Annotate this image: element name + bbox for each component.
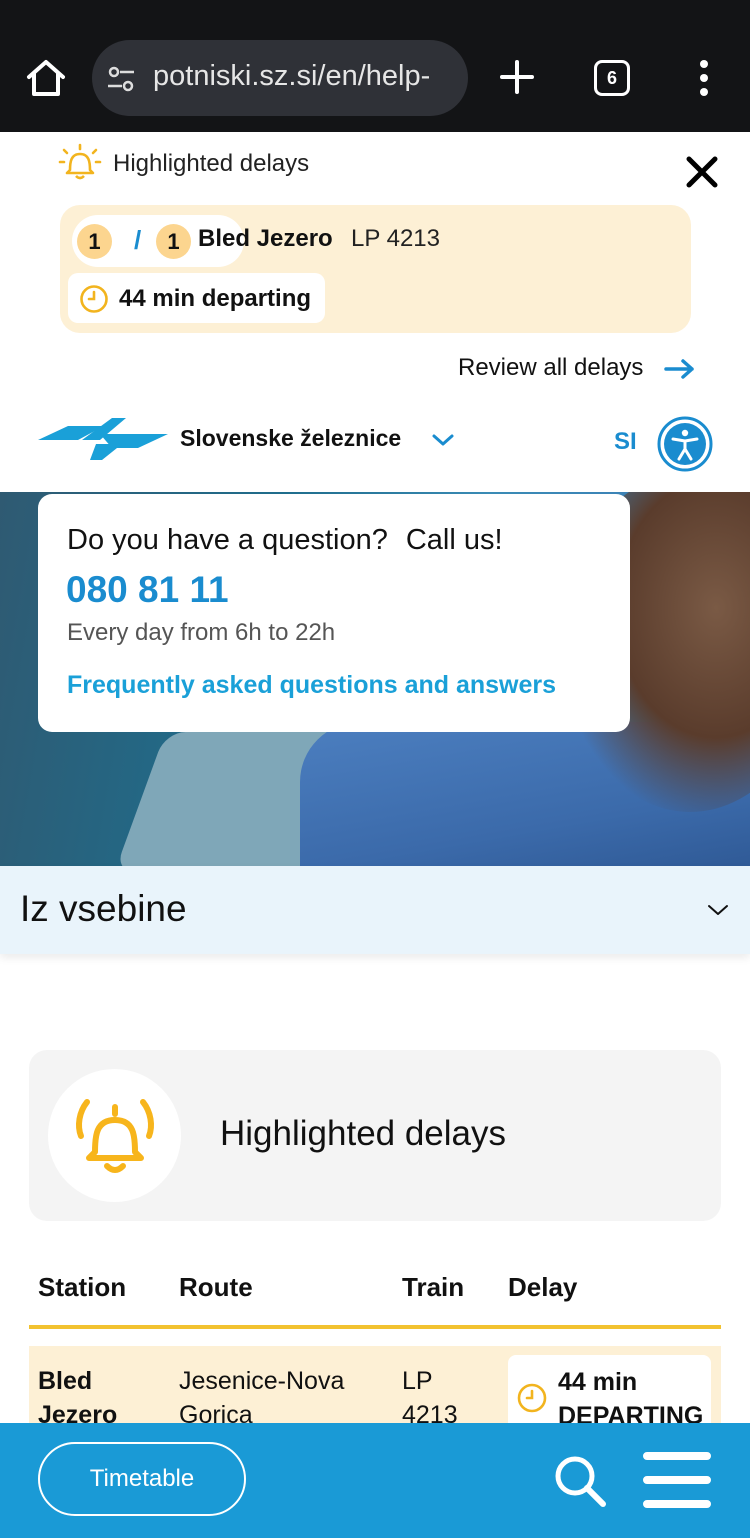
bottom-nav-bar: Timetable [0, 1423, 750, 1538]
delays-section-title: Highlighted delays [220, 1114, 507, 1153]
browser-toolbar: potniski.sz.si/en/help- 6 [0, 14, 750, 132]
question-text: Do you have a question? [67, 524, 388, 556]
row-train: LP 4213 [402, 1364, 458, 1432]
column-header-delay: Delay [508, 1272, 578, 1302]
home-icon[interactable] [24, 56, 68, 100]
row-delay-line1: 44 min [558, 1368, 638, 1396]
table-header-divider [29, 1325, 721, 1329]
delay-status: 44 min departing [68, 273, 325, 323]
arrow-right-icon[interactable] [664, 358, 696, 380]
close-icon[interactable] [682, 152, 722, 192]
delay-banner: Highlighted delays 1 / 1 Bled Jezero LP … [0, 132, 750, 492]
sz-logo[interactable] [38, 414, 168, 464]
column-header-train: Train [402, 1272, 465, 1302]
contact-hours: Every day from 6h to 22h [67, 619, 336, 646]
row-route-line1: Jesenice-Nova [179, 1367, 345, 1395]
chevron-down-icon[interactable] [706, 902, 730, 918]
delays-section-header: Highlighted delays [29, 1050, 721, 1221]
pager-current: 1 [77, 224, 112, 259]
new-tab-icon[interactable] [498, 58, 536, 96]
column-header-station: Station [38, 1272, 127, 1302]
row-station-line1: Bled [38, 1367, 93, 1395]
contact-question: Do you have a question? Call us! [67, 524, 503, 557]
address-bar[interactable]: potniski.sz.si/en/help- [92, 40, 468, 116]
row-route: Jesenice-Nova Gorica [179, 1364, 344, 1432]
column-header-route: Route [179, 1272, 253, 1302]
pager-separator: / [134, 225, 142, 255]
url-text[interactable]: potniski.sz.si/en/help- [153, 60, 430, 93]
more-options-icon[interactable] [692, 58, 716, 98]
pager-total: 1 [156, 224, 191, 259]
bell-icon [76, 1099, 154, 1173]
brand-selector[interactable]: Slovenske železnice [180, 425, 401, 452]
status-bar [0, 0, 750, 14]
clock-icon [80, 285, 108, 313]
accessibility-icon[interactable] [657, 416, 713, 472]
content-accordion[interactable]: Iz vsebine [0, 866, 750, 954]
delay-card[interactable]: 1 / 1 Bled Jezero LP 4213 44 min departi… [60, 205, 691, 333]
review-all-delays-link[interactable]: Review all delays [458, 354, 643, 382]
delay-station: Bled Jezero [198, 225, 333, 252]
site-settings-icon[interactable] [106, 64, 136, 94]
tab-switcher-button[interactable]: 6 [594, 60, 630, 96]
menu-icon[interactable] [641, 1448, 713, 1512]
row-station: Bled Jezero [38, 1364, 117, 1432]
call-us-text: Call us! [405, 524, 503, 556]
accordion-title[interactable]: Iz vsebine [20, 888, 187, 930]
language-switch[interactable]: SI [614, 428, 637, 456]
banner-title: Highlighted delays [113, 150, 310, 177]
phone-number-link[interactable]: 080 81 11 [66, 569, 229, 611]
search-icon[interactable] [552, 1453, 608, 1509]
timetable-button[interactable]: Timetable [38, 1442, 246, 1516]
chevron-down-icon[interactable] [431, 431, 455, 449]
clock-icon [517, 1383, 547, 1413]
faq-link[interactable]: Frequently asked questions and answers [67, 671, 556, 700]
bell-icon [58, 143, 102, 180]
delay-train: LP 4213 [351, 225, 440, 252]
contact-card: Do you have a question? Call us! 080 81 1… [38, 494, 630, 732]
delay-status-text: 44 min departing [119, 285, 312, 312]
row-train-line1: LP [402, 1367, 433, 1395]
